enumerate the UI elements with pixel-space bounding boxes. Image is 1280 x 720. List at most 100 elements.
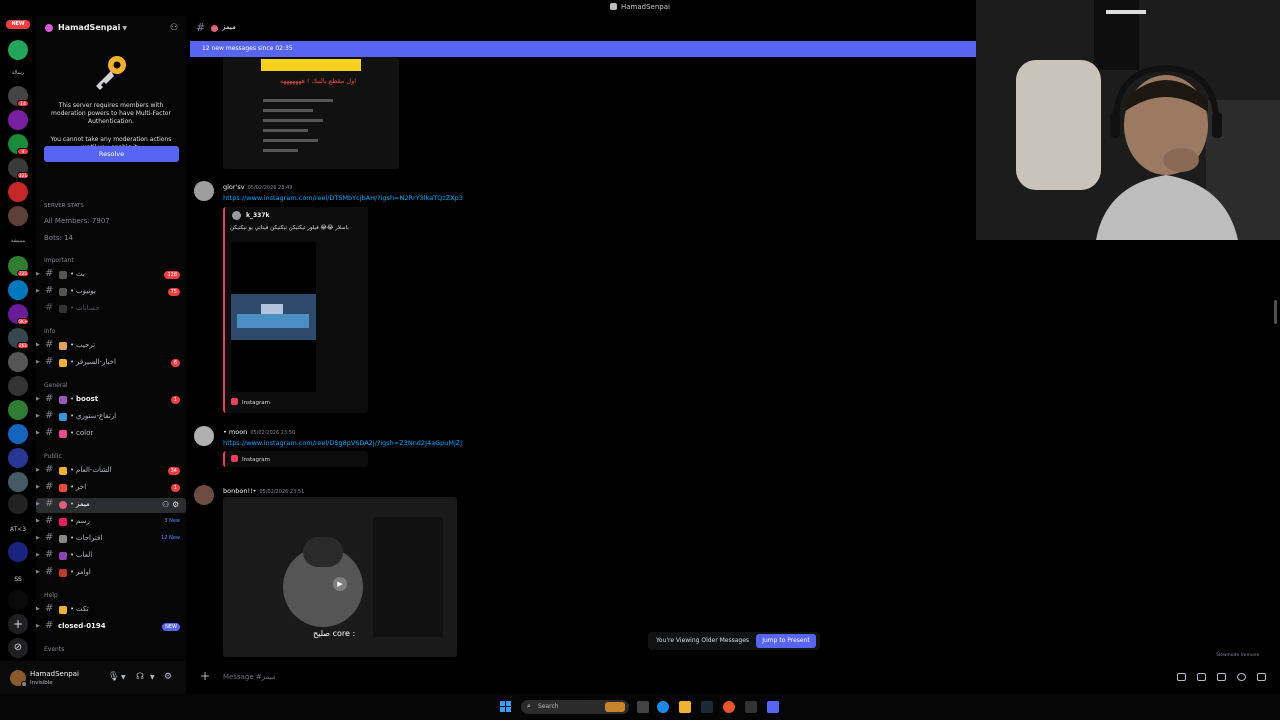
server-icon[interactable] bbox=[8, 494, 28, 514]
message-timestamp: 05/02/2026 23:49 bbox=[247, 185, 293, 191]
server-icon[interactable] bbox=[8, 472, 28, 492]
embed-author[interactable]: k_337k bbox=[246, 212, 270, 219]
channel-item[interactable]: ▶ # • اوامر bbox=[36, 566, 186, 581]
channel-item[interactable]: ▶ # • اقتراحات 12 New bbox=[36, 532, 186, 547]
webcam-overlay bbox=[976, 0, 1280, 240]
category-important[interactable]: Important bbox=[44, 257, 74, 264]
add-server-icon[interactable]: + bbox=[8, 614, 28, 634]
avatar[interactable] bbox=[194, 426, 214, 446]
chat-header: # ميمز bbox=[190, 16, 976, 40]
channel-item[interactable]: ▶ # • الشات-العام 34 bbox=[36, 464, 186, 479]
avatar[interactable] bbox=[194, 485, 214, 505]
apps-icon[interactable] bbox=[1257, 673, 1266, 681]
scrollbar[interactable] bbox=[1274, 300, 1277, 324]
embed-provider[interactable]: Instagram bbox=[231, 455, 270, 463]
channel-item[interactable]: ▶ # • رسم 3 New bbox=[36, 515, 186, 530]
channel-item[interactable]: ▶ # • ترحيب bbox=[36, 339, 186, 354]
discover-icon[interactable]: ⊘ bbox=[8, 638, 28, 658]
category-help[interactable]: Help bbox=[44, 592, 58, 599]
category-general[interactable]: General bbox=[44, 382, 68, 389]
avatar[interactable] bbox=[194, 181, 214, 201]
new-messages-text: 12 new messages since 02:35 bbox=[202, 45, 293, 52]
server-icon[interactable] bbox=[8, 400, 28, 420]
message-author[interactable]: glor'sv 05/02/2026 23:49 bbox=[223, 183, 292, 191]
message-input[interactable]: Message #ميمز bbox=[223, 673, 276, 681]
steam-icon[interactable] bbox=[701, 701, 713, 713]
edge-icon[interactable] bbox=[657, 701, 669, 713]
server-badge: 325 bbox=[17, 270, 29, 277]
older-messages-text: You're Viewing Older Messages bbox=[656, 637, 750, 644]
channel-item[interactable]: # • حسابات bbox=[36, 302, 186, 317]
server-icon[interactable] bbox=[8, 352, 28, 372]
chevron-down-icon[interactable]: ▼ bbox=[121, 674, 126, 681]
file-explorer-icon[interactable] bbox=[679, 701, 691, 713]
gear-icon[interactable]: ⚙ bbox=[172, 500, 179, 509]
microphone-icon[interactable]: 🎙︎ bbox=[108, 672, 119, 682]
server-badge: 4 bbox=[17, 148, 29, 155]
video-embed[interactable]: اول مقطع بالتيك ! هههههههه bbox=[223, 57, 399, 169]
jump-to-present-button[interactable]: Jump to Present bbox=[756, 634, 816, 648]
channel-item[interactable]: ▶ # • color bbox=[36, 427, 186, 442]
server-icon[interactable] bbox=[8, 110, 28, 130]
resolve-button[interactable]: Resolve bbox=[44, 146, 179, 162]
server-icon[interactable] bbox=[8, 40, 28, 60]
category-public[interactable]: Public bbox=[44, 453, 62, 460]
gear-icon[interactable]: ⚙ bbox=[164, 672, 172, 682]
channel-item-active[interactable]: ▶ # • ميمز ⚇ ⚙ bbox=[36, 498, 186, 513]
discord-icon[interactable] bbox=[767, 701, 779, 713]
channel-emoji-icon bbox=[211, 25, 218, 32]
message-author[interactable]: bonbon!!• 05/02/2026 23:51 bbox=[223, 487, 304, 495]
taskbar-search[interactable]: ⌕ Search bbox=[521, 700, 629, 714]
category-events[interactable]: Events bbox=[44, 646, 64, 653]
category-server-stats[interactable]: SERVER STATS bbox=[44, 203, 84, 209]
channel-item[interactable]: ▶ # • العاب bbox=[36, 549, 186, 564]
server-header[interactable]: HamadSenpai ▼ ⚇ bbox=[36, 16, 186, 40]
mfa-message: This server requires members with modera… bbox=[51, 102, 171, 125]
server-icon[interactable] bbox=[8, 206, 28, 226]
chevron-down-icon[interactable]: ▼ bbox=[150, 674, 155, 681]
channel-item[interactable]: ▶ # • بث 128 bbox=[36, 268, 186, 283]
channel-item[interactable]: ▶ # • boost 1 bbox=[36, 393, 186, 408]
server-icon[interactable] bbox=[8, 182, 28, 202]
category-info[interactable]: Info bbox=[44, 328, 55, 335]
server-icon[interactable] bbox=[8, 590, 28, 610]
message-link[interactable]: https://www.instagram.com/reel/DTSMbYcjb… bbox=[223, 194, 463, 202]
gift-icon[interactable] bbox=[1177, 673, 1186, 681]
server-icon[interactable] bbox=[8, 424, 28, 444]
sticker-icon[interactable] bbox=[1217, 673, 1226, 681]
channel-item[interactable]: ▶ # • اخبار-السيرفر 6 bbox=[36, 356, 186, 371]
task-view-icon[interactable] bbox=[637, 701, 649, 713]
server-icon[interactable] bbox=[8, 542, 28, 562]
hash-icon: # bbox=[196, 21, 206, 34]
embed-provider[interactable]: Instagram bbox=[231, 398, 270, 406]
server-icon[interactable] bbox=[8, 280, 28, 300]
play-icon[interactable]: ▶ bbox=[333, 577, 347, 591]
stat-bots[interactable]: Bots: 14 bbox=[44, 234, 73, 242]
new-messages-bar[interactable]: 12 new messages since 02:35 bbox=[190, 41, 976, 57]
headphones-icon[interactable]: ☊ bbox=[136, 672, 144, 682]
firefox-icon[interactable] bbox=[723, 701, 735, 713]
user-name[interactable]: HamadSenpai bbox=[30, 670, 79, 678]
add-attachment-icon[interactable]: + bbox=[200, 669, 210, 683]
video-embed[interactable] bbox=[231, 242, 316, 392]
user-panel: HamadSenpai Invisible 🎙︎ ▼ ☊ ▼ ⚙ bbox=[0, 661, 186, 694]
app-icon[interactable] bbox=[745, 701, 757, 713]
channel-item[interactable]: ▶ # • ارتقاع-ستوري bbox=[36, 410, 186, 425]
server-icon[interactable] bbox=[8, 448, 28, 468]
channel-item[interactable]: ▶ # • اخر 1 bbox=[36, 481, 186, 496]
message-link[interactable]: https://www.instagram.com/reel/DSg8pV6DA… bbox=[223, 439, 462, 447]
server-icon[interactable] bbox=[8, 376, 28, 396]
emoji-icon[interactable] bbox=[1237, 673, 1246, 681]
channel-item[interactable]: ▶ # closed-0194 NEW bbox=[36, 620, 186, 635]
key-icon bbox=[96, 56, 126, 90]
stat-members[interactable]: All Members: 7907 bbox=[44, 217, 110, 225]
gif-icon[interactable] bbox=[1197, 673, 1206, 681]
windows-start-icon[interactable] bbox=[500, 701, 512, 713]
video-embed[interactable]: ▶ صليح core : bbox=[223, 497, 457, 657]
add-member-icon[interactable]: ⚇ bbox=[170, 23, 178, 33]
message-author[interactable]: • moon 05/02/2026 23:50 bbox=[223, 428, 295, 436]
search-icon: ⌕ bbox=[527, 702, 531, 710]
channel-item[interactable]: ▶ # • تكت bbox=[36, 603, 186, 618]
add-member-icon[interactable]: ⚇ bbox=[162, 500, 169, 509]
channel-item[interactable]: ▶ # • يوتيوب 75 bbox=[36, 285, 186, 300]
